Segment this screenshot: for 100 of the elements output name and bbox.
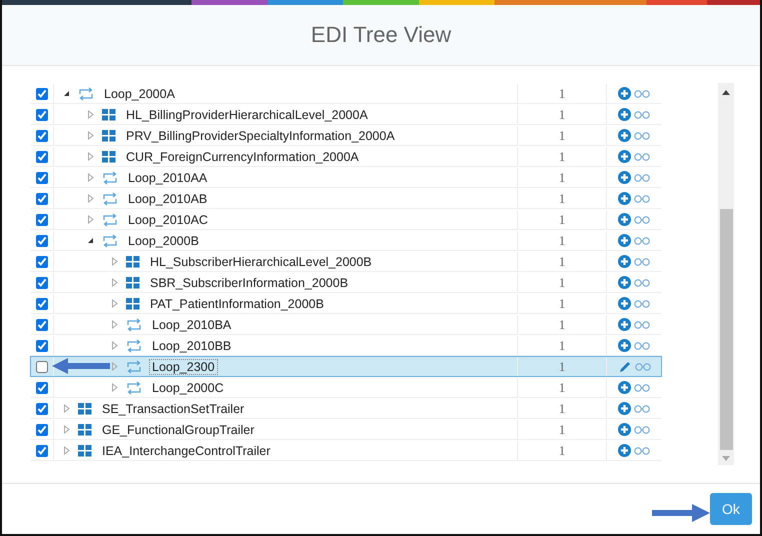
scrollbar[interactable] (718, 83, 734, 465)
add-icon[interactable] (618, 402, 631, 415)
tree-row[interactable]: GE_FunctionalGroupTrailer 1 (30, 419, 662, 440)
link-icon[interactable] (634, 404, 650, 412)
checkbox[interactable] (36, 298, 48, 310)
checkbox[interactable] (36, 340, 48, 352)
add-icon[interactable] (618, 423, 631, 436)
add-icon[interactable] (618, 150, 631, 163)
tree-row[interactable]: Loop_2010AC 1 (30, 209, 662, 230)
checkbox[interactable] (36, 256, 48, 268)
link-icon[interactable] (634, 216, 650, 224)
add-icon[interactable] (618, 192, 631, 205)
node-label[interactable]: CUR_ForeignCurrencyInformation_2000A (123, 148, 362, 164)
tree-row[interactable]: Loop_2300 1 (30, 356, 662, 377)
tree-row[interactable]: Loop_2010AA 1 (30, 167, 662, 188)
checkbox[interactable] (36, 172, 48, 184)
checkbox[interactable] (36, 382, 48, 394)
node-label[interactable]: Loop_2000A (101, 86, 178, 102)
add-icon[interactable] (618, 276, 631, 289)
tree-row[interactable]: SE_TransactionSetTrailer 1 (30, 398, 662, 419)
add-icon[interactable] (618, 255, 631, 268)
link-icon[interactable] (634, 426, 650, 434)
node-label[interactable]: HL_BillingProviderHierarchicalLevel_2000A (123, 106, 371, 122)
link-icon[interactable] (634, 342, 650, 350)
link-icon[interactable] (634, 278, 650, 286)
tree-row[interactable]: HL_SubscriberHierarchicalLevel_2000B 1 (30, 251, 662, 272)
tree-row[interactable]: CUR_ForeignCurrencyInformation_2000A 1 (30, 146, 662, 167)
tree-row[interactable]: Loop_2000C 1 (30, 377, 662, 398)
node-label[interactable]: Loop_2010BA (149, 316, 234, 332)
checkbox[interactable] (36, 214, 48, 226)
checkbox[interactable] (36, 108, 48, 120)
expand-icon[interactable] (62, 404, 71, 413)
link-icon[interactable] (634, 258, 650, 266)
collapse-icon[interactable] (86, 236, 95, 245)
tree-row[interactable]: HL_BillingProviderHierarchicalLevel_2000A 1 (30, 104, 662, 125)
link-icon[interactable] (634, 300, 650, 308)
expand-icon[interactable] (86, 110, 95, 119)
expand-icon[interactable] (62, 425, 71, 434)
node-label[interactable]: SBR_SubscriberInformation_2000B (147, 274, 352, 290)
node-label[interactable]: Loop_2010AC (125, 212, 211, 228)
checkbox[interactable] (36, 88, 48, 100)
expand-icon[interactable] (110, 383, 119, 392)
link-icon[interactable] (634, 236, 650, 244)
checkbox[interactable] (36, 424, 48, 436)
expand-icon[interactable] (86, 194, 95, 203)
add-icon[interactable] (618, 339, 631, 352)
scroll-up-icon[interactable] (722, 90, 730, 95)
tree-row[interactable]: Loop_2010BA 1 (30, 314, 662, 335)
checkbox[interactable] (36, 234, 48, 246)
node-label[interactable]: Loop_2000B (125, 232, 202, 248)
tree-row[interactable]: IEA_InterchangeControlTrailer 1 (30, 440, 662, 461)
expand-icon[interactable] (110, 299, 119, 308)
link-icon[interactable] (634, 174, 650, 182)
add-icon[interactable] (618, 171, 631, 184)
checkbox[interactable] (36, 402, 48, 414)
scroll-thumb[interactable] (720, 209, 732, 450)
checkbox[interactable] (36, 276, 48, 288)
expand-icon[interactable] (62, 446, 71, 455)
checkbox[interactable] (36, 150, 48, 162)
node-label[interactable]: HL_SubscriberHierarchicalLevel_2000B (147, 254, 375, 270)
add-icon[interactable] (618, 318, 631, 331)
add-icon[interactable] (618, 129, 631, 142)
tree-row[interactable]: PAT_PatientInformation_2000B 1 (30, 293, 662, 314)
node-label[interactable]: Loop_2010BB (149, 338, 234, 354)
node-label[interactable]: Loop_2010AB (125, 190, 210, 206)
link-icon[interactable] (634, 132, 650, 140)
link-icon[interactable] (634, 446, 650, 454)
add-icon[interactable] (618, 87, 631, 100)
node-label[interactable]: GE_FunctionalGroupTrailer (99, 422, 258, 438)
edit-icon[interactable] (618, 360, 632, 374)
checkbox[interactable] (36, 130, 48, 142)
node-label[interactable]: Loop_2010AA (125, 170, 210, 186)
add-icon[interactable] (618, 234, 631, 247)
link-icon[interactable] (634, 384, 650, 392)
checkbox[interactable] (36, 360, 48, 372)
node-label[interactable]: SE_TransactionSetTrailer (99, 400, 248, 416)
checkbox[interactable] (36, 444, 48, 456)
expand-icon[interactable] (110, 278, 119, 287)
link-icon[interactable] (634, 194, 650, 202)
tree-row[interactable]: PRV_BillingProviderSpecialtyInformation_2000A 1 (30, 125, 662, 146)
node-label[interactable]: IEA_InterchangeControlTrailer (99, 442, 274, 458)
node-label[interactable]: PRV_BillingProviderSpecialtyInformation_2000A (123, 128, 398, 144)
tree-row[interactable]: Loop_2000A 1 (30, 83, 662, 104)
checkbox[interactable] (36, 192, 48, 204)
collapse-icon[interactable] (62, 89, 71, 98)
expand-icon[interactable] (86, 131, 95, 140)
add-icon[interactable] (618, 381, 631, 394)
node-label[interactable]: PAT_PatientInformation_2000B (147, 296, 327, 312)
expand-icon[interactable] (86, 152, 95, 161)
node-label[interactable]: Loop_2300 (149, 358, 218, 374)
add-icon[interactable] (618, 297, 631, 310)
link-icon[interactable] (634, 90, 650, 98)
expand-icon[interactable] (110, 257, 119, 266)
add-icon[interactable] (618, 213, 631, 226)
checkbox[interactable] (36, 318, 48, 330)
add-icon[interactable] (618, 444, 631, 457)
expand-icon[interactable] (86, 173, 95, 182)
node-label[interactable]: Loop_2000C (149, 380, 227, 396)
link-icon[interactable] (634, 152, 650, 160)
add-icon[interactable] (618, 108, 631, 121)
